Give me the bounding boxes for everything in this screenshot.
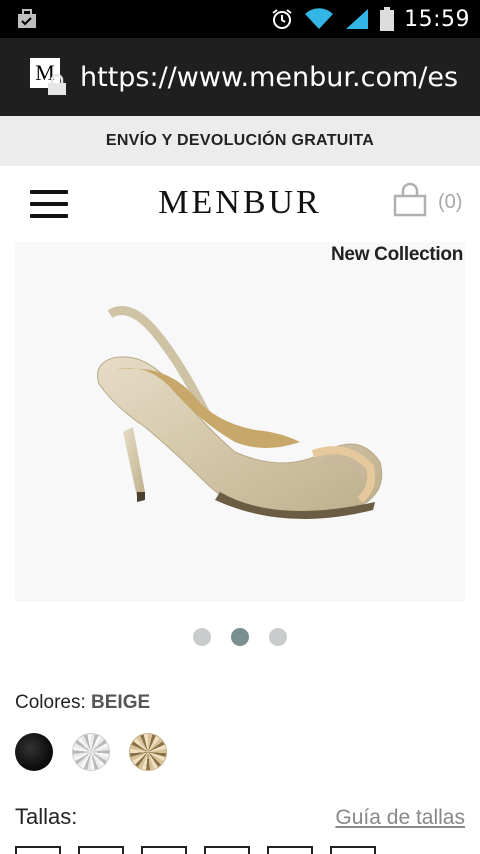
size-guide-link[interactable]: Guía de tallas	[335, 806, 465, 830]
clock: 15:59	[404, 6, 470, 32]
swatch-beige[interactable]	[129, 733, 167, 771]
cart-count[interactable]: (0)	[438, 191, 462, 214]
swatch-black[interactable]	[15, 733, 53, 771]
colors-label: Colores: BEIGE	[15, 692, 150, 714]
alarm-icon	[272, 9, 292, 29]
new-collection-badge: New Collection	[331, 244, 463, 265]
shipping-banner: ENVÍO Y DEVOLUCIÓN GRATUITA	[0, 116, 480, 166]
selected-color: BEIGE	[91, 692, 151, 713]
status-bar: 15:59	[0, 0, 480, 38]
size-option[interactable]	[330, 846, 376, 854]
color-swatches	[15, 733, 167, 771]
wifi-icon	[305, 8, 334, 30]
shoe-image	[97, 306, 383, 519]
carousel-dot[interactable]	[193, 628, 211, 646]
size-options	[15, 846, 376, 854]
carousel-dot[interactable]	[269, 628, 287, 646]
lock-icon	[48, 74, 66, 95]
colors-label-text: Colores:	[15, 692, 86, 713]
product-image[interactable]: New Collection	[15, 242, 465, 602]
size-option[interactable]	[15, 846, 61, 854]
size-option[interactable]	[204, 846, 250, 854]
size-option[interactable]	[141, 846, 187, 854]
carousel-dots	[0, 628, 480, 646]
size-option[interactable]	[267, 846, 313, 854]
signal-icon	[346, 9, 369, 29]
swatch-silver[interactable]	[72, 733, 110, 771]
sizes-label: Tallas:	[15, 804, 78, 829]
battery-icon	[380, 7, 395, 31]
briefcase-notification-icon	[18, 9, 36, 28]
carousel-dot-active[interactable]	[231, 628, 249, 646]
browser-url-bar[interactable]: M https://www.menbur.com/es	[0, 38, 480, 116]
url-text[interactable]: https://www.menbur.com/es	[80, 62, 458, 93]
size-option[interactable]	[78, 846, 124, 854]
site-header: MENBUR (0)	[0, 166, 480, 242]
shopping-bag-icon[interactable]	[392, 182, 428, 218]
site-favicon: M	[30, 58, 68, 96]
